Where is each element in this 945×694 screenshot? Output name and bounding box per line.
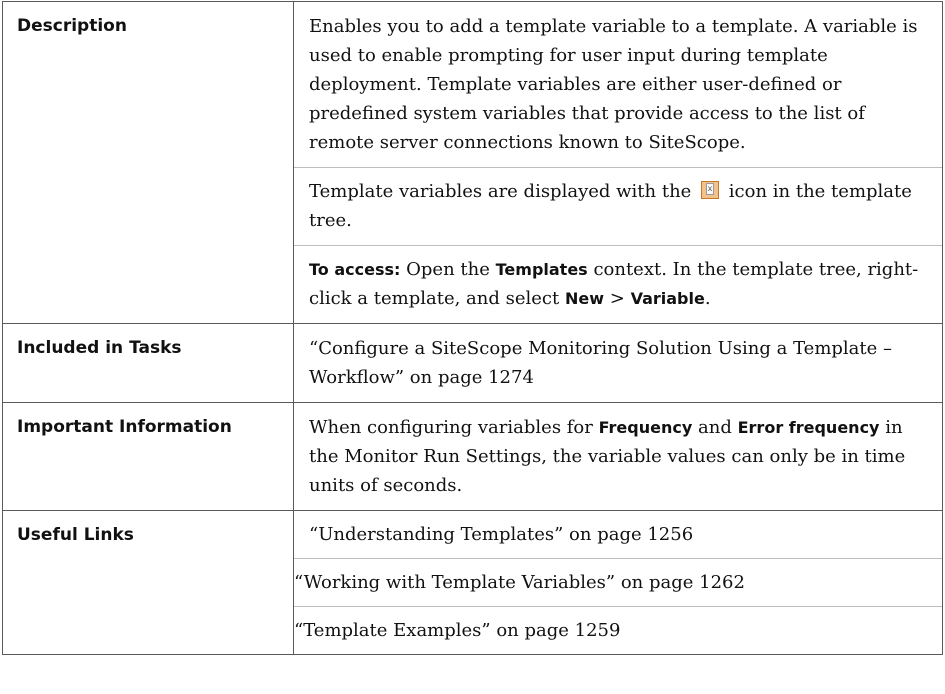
important-cell: When configuring variables for Frequency…: [293, 402, 943, 511]
access-paragraph: To access: Open the Templates context. I…: [294, 245, 942, 323]
reference-table: Description Enables you to add a templat…: [2, 1, 943, 655]
frequency-term: Frequency: [598, 418, 693, 437]
row-label-description: Description: [2, 1, 294, 324]
table-row-important: Important Information When configuring v…: [2, 402, 943, 511]
row-label-tasks: Included in Tasks: [2, 323, 294, 403]
link-template-examples[interactable]: “Template Examples” on page 1259: [294, 606, 942, 654]
link-working-with-variables[interactable]: “Working with Template Variables” on pag…: [294, 558, 942, 606]
menu-variable: Variable: [630, 289, 705, 308]
table-row-links: Useful Links “Understanding Templates” o…: [2, 510, 943, 655]
row-label-text: Description: [17, 16, 127, 36]
description-paragraph: Enables you to add a template variable t…: [309, 16, 918, 153]
access-label: To access:: [309, 260, 401, 279]
links-cell: “Understanding Templates” on page 1256 “…: [293, 510, 943, 655]
link-understanding-templates[interactable]: “Understanding Templates” on page 1256: [309, 511, 930, 558]
variable-icon: [701, 181, 720, 199]
row-label-text: Useful Links: [17, 525, 134, 545]
row-label-text: Included in Tasks: [17, 338, 182, 358]
variable-icon-paragraph: Template variables are displayed with th…: [294, 167, 942, 245]
templates-context-name: Templates: [495, 260, 588, 279]
important-paragraph: When configuring variables for Frequency…: [309, 417, 906, 496]
row-label-links: Useful Links: [2, 510, 294, 655]
row-label-important: Important Information: [2, 402, 294, 511]
task-link[interactable]: “Configure a SiteScope Monitoring Soluti…: [309, 324, 930, 402]
row-label-text: Important Information: [17, 417, 232, 437]
error-frequency-term: Error frequency: [737, 418, 880, 437]
table-row-tasks: Included in Tasks “Configure a SiteScope…: [2, 323, 943, 403]
menu-new: New: [564, 289, 604, 308]
tasks-cell: “Configure a SiteScope Monitoring Soluti…: [293, 323, 943, 403]
table-row-description: Description Enables you to add a templat…: [2, 1, 943, 324]
description-cell: Enables you to add a template variable t…: [293, 1, 943, 324]
